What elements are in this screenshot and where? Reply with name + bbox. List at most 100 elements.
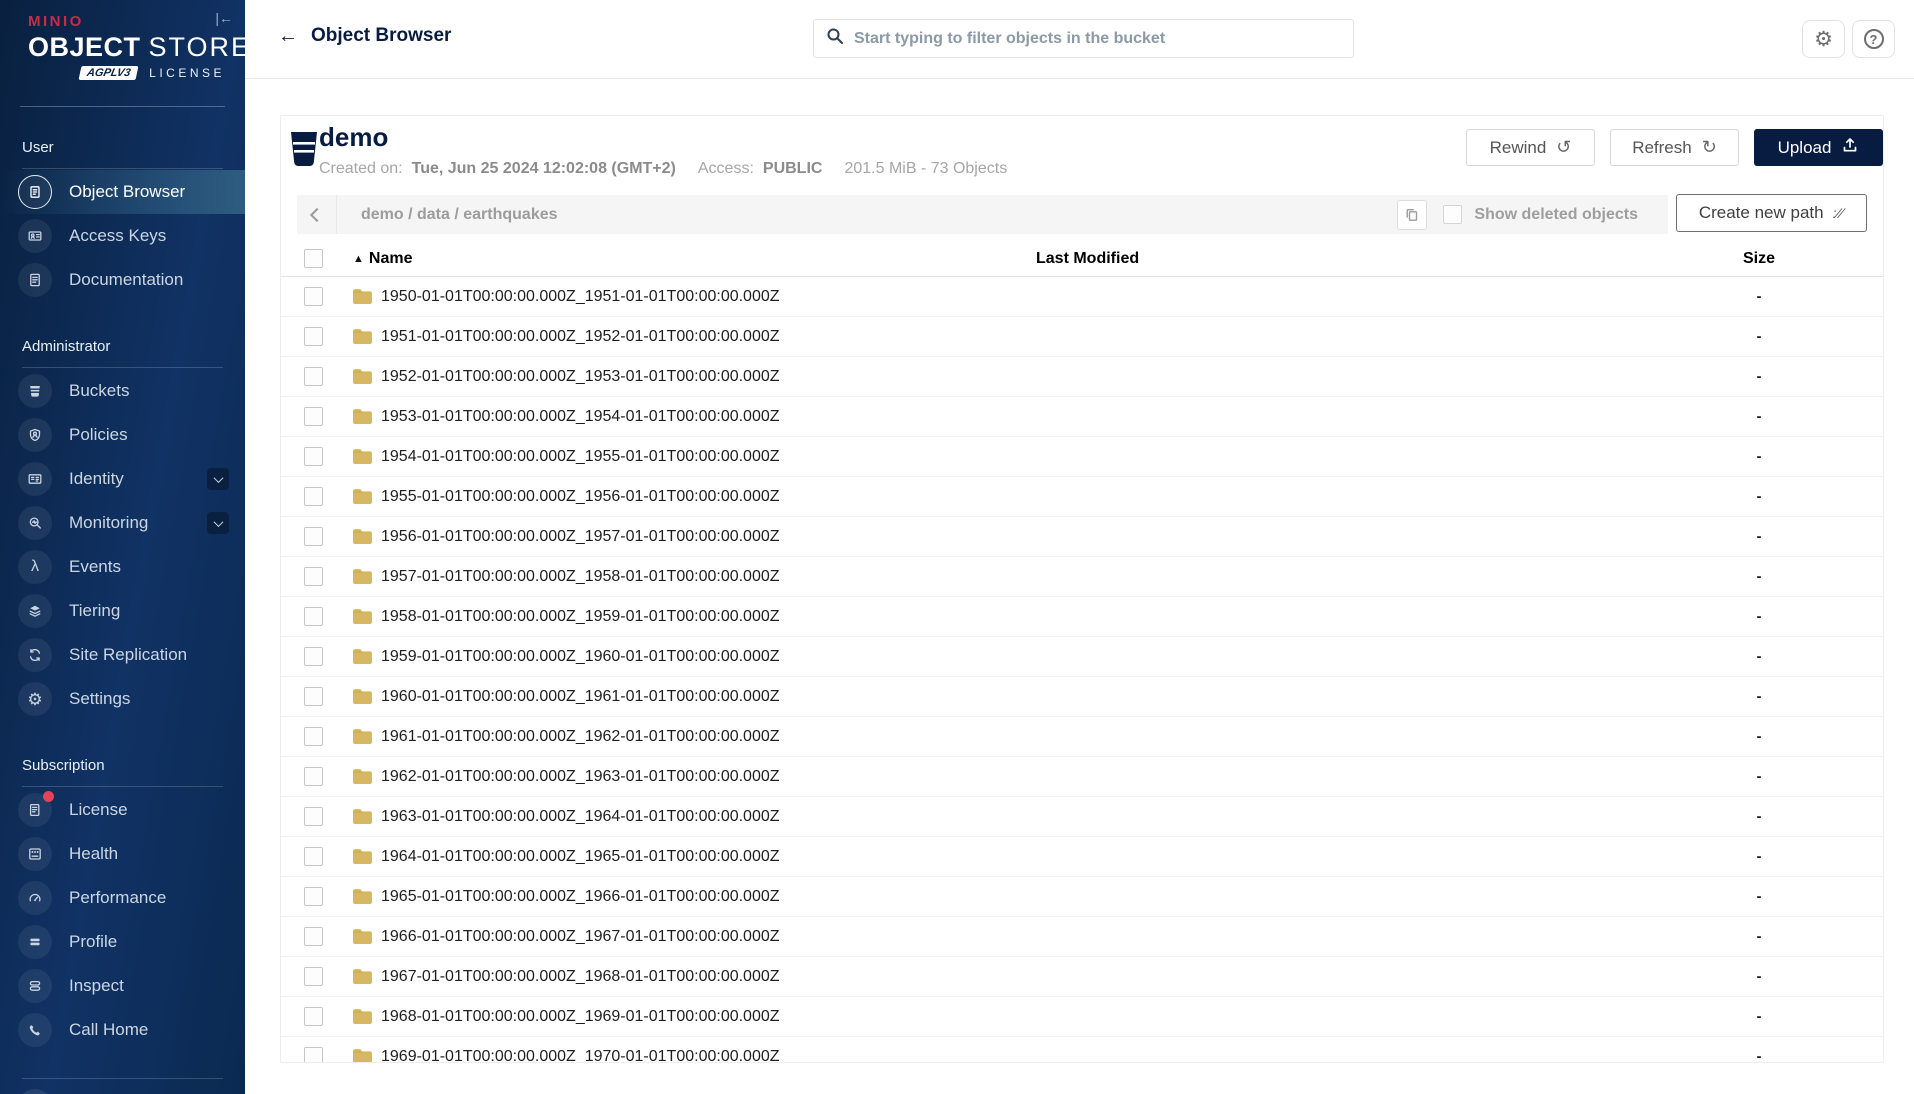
row-checkbox[interactable] — [304, 807, 323, 826]
collapse-sidebar-icon[interactable]: |← — [215, 10, 233, 26]
object-name[interactable]: 1952-01-01T00:00:00.000Z_1953-01-01T00:0… — [381, 368, 780, 386]
table-row[interactable]: 1966-01-01T00:00:00.000Z_1967-01-01T00:0… — [281, 917, 1883, 957]
column-name[interactable]: Name — [369, 250, 413, 268]
table-row[interactable]: 1969-01-01T00:00:00.000Z_1970-01-01T00:0… — [281, 1037, 1883, 1063]
chevron-down-icon[interactable] — [207, 512, 229, 534]
sidebar-item-buckets[interactable]: Buckets — [0, 369, 245, 413]
settings-button[interactable]: ⚙ — [1802, 20, 1845, 58]
sidebar-item-call-home[interactable]: Call Home — [0, 1008, 245, 1052]
sidebar-item-site-replication[interactable]: Site Replication — [0, 633, 245, 677]
object-name[interactable]: 1958-01-01T00:00:00.000Z_1959-01-01T00:0… — [381, 608, 780, 626]
row-checkbox[interactable] — [304, 327, 323, 346]
table-row[interactable]: 1967-01-01T00:00:00.000Z_1968-01-01T00:0… — [281, 957, 1883, 997]
back-arrow-icon[interactable]: ← — [278, 26, 298, 46]
row-checkbox[interactable] — [304, 527, 323, 546]
sidebar-item-identity[interactable]: Identity — [0, 457, 245, 501]
sidebar-item-events[interactable]: λ Events — [0, 545, 245, 589]
sidebar-item-performance[interactable]: Performance — [0, 876, 245, 920]
table-row[interactable]: 1968-01-01T00:00:00.000Z_1969-01-01T00:0… — [281, 997, 1883, 1037]
table-row[interactable]: 1955-01-01T00:00:00.000Z_1956-01-01T00:0… — [281, 477, 1883, 517]
table-row[interactable]: 1956-01-01T00:00:00.000Z_1957-01-01T00:0… — [281, 517, 1883, 557]
sidebar-item-policies[interactable]: Policies — [0, 413, 245, 457]
table-row[interactable]: 1957-01-01T00:00:00.000Z_1958-01-01T00:0… — [281, 557, 1883, 597]
row-checkbox[interactable] — [304, 567, 323, 586]
row-checkbox[interactable] — [304, 767, 323, 786]
row-checkbox[interactable] — [304, 607, 323, 626]
sidebar-item-documentation[interactable]: Documentation — [0, 258, 245, 302]
object-name[interactable]: 1953-01-01T00:00:00.000Z_1954-01-01T00:0… — [381, 408, 780, 426]
row-checkbox[interactable] — [304, 687, 323, 706]
object-name[interactable]: 1964-01-01T00:00:00.000Z_1965-01-01T00:0… — [381, 848, 780, 866]
show-deleted-toggle[interactable]: Show deleted objects — [1443, 205, 1638, 224]
object-name[interactable]: 1963-01-01T00:00:00.000Z_1964-01-01T00:0… — [381, 808, 780, 826]
table-row[interactable]: 1958-01-01T00:00:00.000Z_1959-01-01T00:0… — [281, 597, 1883, 637]
table-row[interactable]: 1964-01-01T00:00:00.000Z_1965-01-01T00:0… — [281, 837, 1883, 877]
row-checkbox[interactable] — [304, 1047, 323, 1063]
breadcrumb[interactable]: demo / data / earthquakes — [361, 206, 1397, 224]
object-name[interactable]: 1960-01-01T00:00:00.000Z_1961-01-01T00:0… — [381, 688, 780, 706]
table-row[interactable]: 1962-01-01T00:00:00.000Z_1963-01-01T00:0… — [281, 757, 1883, 797]
sidebar-item-monitoring[interactable]: Monitoring — [0, 501, 245, 545]
object-name[interactable]: 1968-01-01T00:00:00.000Z_1969-01-01T00:0… — [381, 1008, 780, 1026]
row-checkbox[interactable] — [304, 407, 323, 426]
upload-button[interactable]: Upload — [1754, 129, 1883, 166]
create-new-path-button[interactable]: Create new path :∕∕ — [1676, 194, 1867, 232]
object-name[interactable]: 1959-01-01T00:00:00.000Z_1960-01-01T00:0… — [381, 648, 780, 666]
sidebar-item-access-keys[interactable]: Access Keys — [0, 214, 245, 258]
table-row[interactable]: 1960-01-01T00:00:00.000Z_1961-01-01T00:0… — [281, 677, 1883, 717]
table-row[interactable]: 1961-01-01T00:00:00.000Z_1962-01-01T00:0… — [281, 717, 1883, 757]
sidebar-item-tiering[interactable]: Tiering — [0, 589, 245, 633]
object-name[interactable]: 1955-01-01T00:00:00.000Z_1956-01-01T00:0… — [381, 488, 780, 506]
row-checkbox[interactable] — [304, 447, 323, 466]
sort-ascending-icon[interactable]: ▲ — [353, 253, 364, 265]
row-checkbox[interactable] — [304, 847, 323, 866]
table-row[interactable]: 1965-01-01T00:00:00.000Z_1966-01-01T00:0… — [281, 877, 1883, 917]
row-checkbox[interactable] — [304, 647, 323, 666]
sidebar-item-inspect[interactable]: Inspect — [0, 964, 245, 1008]
object-name[interactable]: 1957-01-01T00:00:00.000Z_1958-01-01T00:0… — [381, 568, 780, 586]
object-name[interactable]: 1961-01-01T00:00:00.000Z_1962-01-01T00:0… — [381, 728, 780, 746]
row-checkbox[interactable] — [304, 967, 323, 986]
object-name[interactable]: 1967-01-01T00:00:00.000Z_1968-01-01T00:0… — [381, 968, 780, 986]
object-name[interactable]: 1951-01-01T00:00:00.000Z_1952-01-01T00:0… — [381, 328, 780, 346]
table-row[interactable]: 1950-01-01T00:00:00.000Z_1951-01-01T00:0… — [281, 277, 1883, 317]
object-filter-searchbox[interactable] — [813, 19, 1354, 58]
search-input[interactable] — [854, 30, 1341, 48]
sidebar-item-settings[interactable]: ⚙ Settings — [0, 677, 245, 721]
row-checkbox[interactable] — [304, 487, 323, 506]
object-name[interactable]: 1956-01-01T00:00:00.000Z_1957-01-01T00:0… — [381, 528, 780, 546]
table-row[interactable]: 1954-01-01T00:00:00.000Z_1955-01-01T00:0… — [281, 437, 1883, 477]
row-checkbox[interactable] — [304, 727, 323, 746]
object-name[interactable]: 1965-01-01T00:00:00.000Z_1966-01-01T00:0… — [381, 888, 780, 906]
row-checkbox[interactable] — [304, 927, 323, 946]
row-checkbox[interactable] — [304, 1007, 323, 1026]
refresh-button[interactable]: Refresh ↻ — [1610, 129, 1739, 166]
object-name[interactable]: 1954-01-01T00:00:00.000Z_1955-01-01T00:0… — [381, 448, 780, 466]
select-all-checkbox[interactable] — [304, 249, 323, 268]
row-checkbox[interactable] — [304, 367, 323, 386]
object-name[interactable]: 1950-01-01T00:00:00.000Z_1951-01-01T00:0… — [381, 288, 780, 306]
rewind-button[interactable]: Rewind ↺ — [1466, 129, 1595, 166]
help-button[interactable]: ? — [1852, 20, 1895, 58]
table-row[interactable]: 1963-01-01T00:00:00.000Z_1964-01-01T00:0… — [281, 797, 1883, 837]
row-checkbox[interactable] — [304, 887, 323, 906]
sidebar-item-health[interactable]: Health — [0, 832, 245, 876]
chevron-down-icon[interactable] — [207, 468, 229, 490]
column-size[interactable]: Size — [1659, 250, 1859, 268]
table-row[interactable]: 1952-01-01T00:00:00.000Z_1953-01-01T00:0… — [281, 357, 1883, 397]
table-row[interactable]: 1959-01-01T00:00:00.000Z_1960-01-01T00:0… — [281, 637, 1883, 677]
row-checkbox[interactable] — [304, 287, 323, 306]
sidebar-item-object-browser[interactable]: Object Browser — [0, 170, 245, 214]
show-deleted-checkbox[interactable] — [1443, 205, 1462, 224]
object-name[interactable]: 1962-01-01T00:00:00.000Z_1963-01-01T00:0… — [381, 768, 780, 786]
sidebar-item-license[interactable]: License — [0, 788, 245, 832]
object-name[interactable]: 1966-01-01T00:00:00.000Z_1967-01-01T00:0… — [381, 928, 780, 946]
table-row[interactable]: 1951-01-01T00:00:00.000Z_1952-01-01T00:0… — [281, 317, 1883, 357]
table-row[interactable]: 1953-01-01T00:00:00.000Z_1954-01-01T00:0… — [281, 397, 1883, 437]
column-last-modified[interactable]: Last Modified — [1036, 250, 1139, 268]
sidebar-item-profile[interactable]: Profile — [0, 920, 245, 964]
path-back-button[interactable] — [297, 195, 337, 234]
object-name[interactable]: 1969-01-01T00:00:00.000Z_1970-01-01T00:0… — [381, 1048, 780, 1064]
page-back-title[interactable]: ← Object Browser — [278, 25, 451, 47]
copy-path-button[interactable] — [1397, 200, 1427, 230]
